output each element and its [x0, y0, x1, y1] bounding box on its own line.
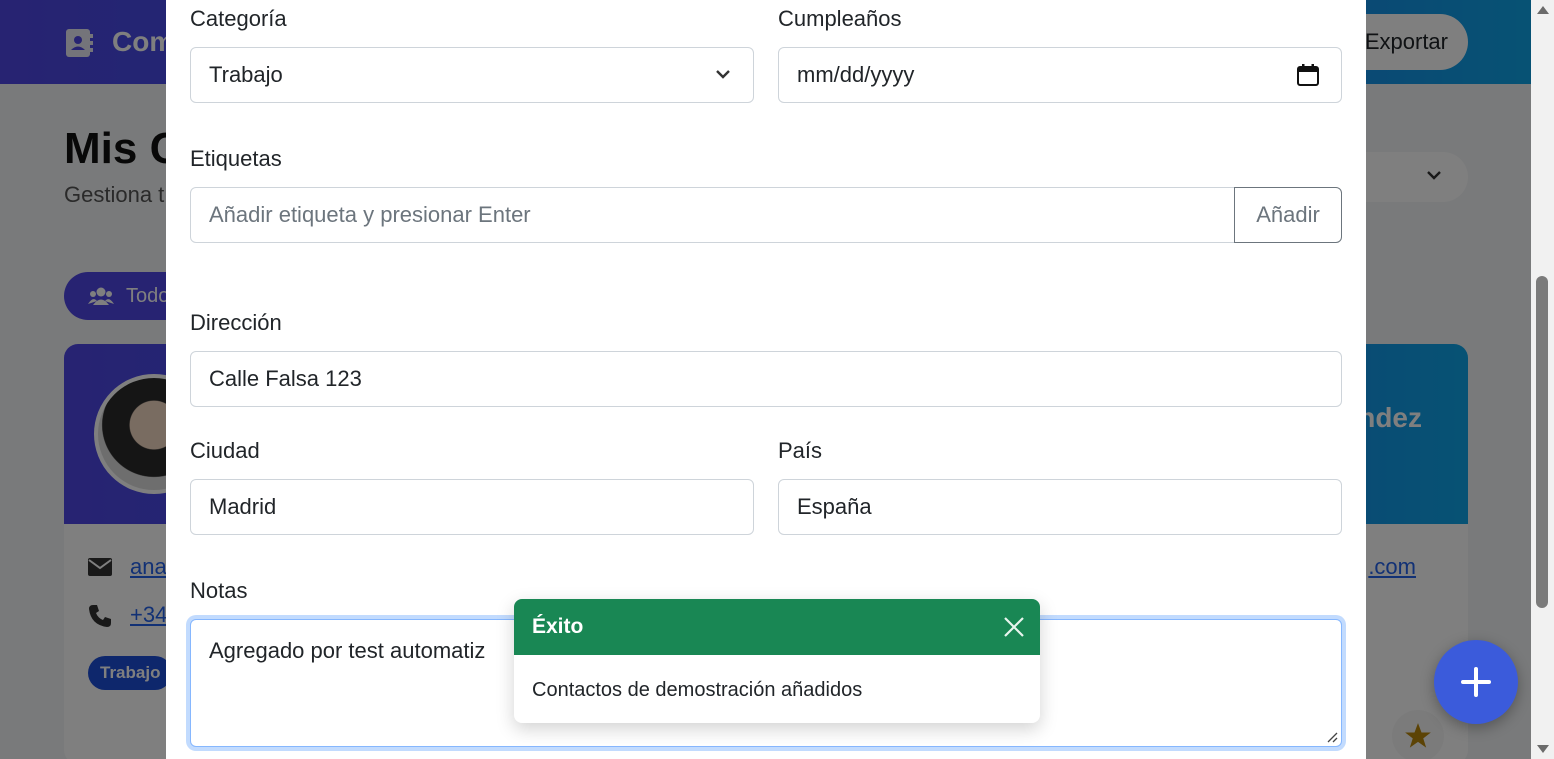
- birthday-placeholder: mm/dd/yyyy: [797, 62, 915, 87]
- city-label: Ciudad: [190, 438, 260, 463]
- add-tag-button[interactable]: Añadir: [1234, 187, 1342, 243]
- page-scrollbar[interactable]: [1531, 0, 1554, 759]
- notes-value: Agregado por test automatiz: [209, 638, 486, 663]
- success-toast: Éxito Contactos de demostración añadidos: [514, 599, 1040, 723]
- close-icon[interactable]: [1002, 615, 1026, 639]
- scroll-thumb[interactable]: [1536, 276, 1548, 608]
- plus-icon: [1461, 667, 1491, 697]
- country-input[interactable]: España: [778, 479, 1342, 535]
- notes-label: Notas: [190, 578, 248, 603]
- toast-header: Éxito: [514, 599, 1040, 655]
- scroll-up-arrow[interactable]: [1537, 6, 1549, 14]
- calendar-icon[interactable]: [1297, 64, 1319, 86]
- tags-placeholder: Añadir etiqueta y presionar Enter: [209, 202, 531, 227]
- address-value: Calle Falsa 123: [209, 366, 362, 391]
- toast-message: Contactos de demostración añadidos: [532, 679, 863, 701]
- city-value: Madrid: [209, 494, 277, 519]
- address-input[interactable]: Calle Falsa 123: [190, 351, 1342, 407]
- birthday-label: Cumpleaños: [778, 6, 902, 31]
- category-label: Categoría: [190, 6, 287, 31]
- scroll-down-arrow[interactable]: [1537, 745, 1549, 753]
- country-value: España: [797, 494, 872, 519]
- address-label: Dirección: [190, 310, 282, 335]
- tags-label: Etiquetas: [190, 146, 282, 171]
- tags-input[interactable]: Añadir etiqueta y presionar Enter: [190, 187, 1235, 243]
- resize-grip-icon[interactable]: [1326, 731, 1338, 743]
- country-label: País: [778, 438, 823, 463]
- birthday-input[interactable]: mm/dd/yyyy: [778, 47, 1342, 103]
- category-select[interactable]: Trabajo: [190, 47, 754, 103]
- category-value: Trabajo: [209, 62, 283, 87]
- toast-title: Éxito: [532, 615, 584, 638]
- chevron-down-icon: [716, 70, 730, 79]
- city-input[interactable]: Madrid: [190, 479, 754, 535]
- add-contact-fab[interactable]: [1434, 640, 1518, 724]
